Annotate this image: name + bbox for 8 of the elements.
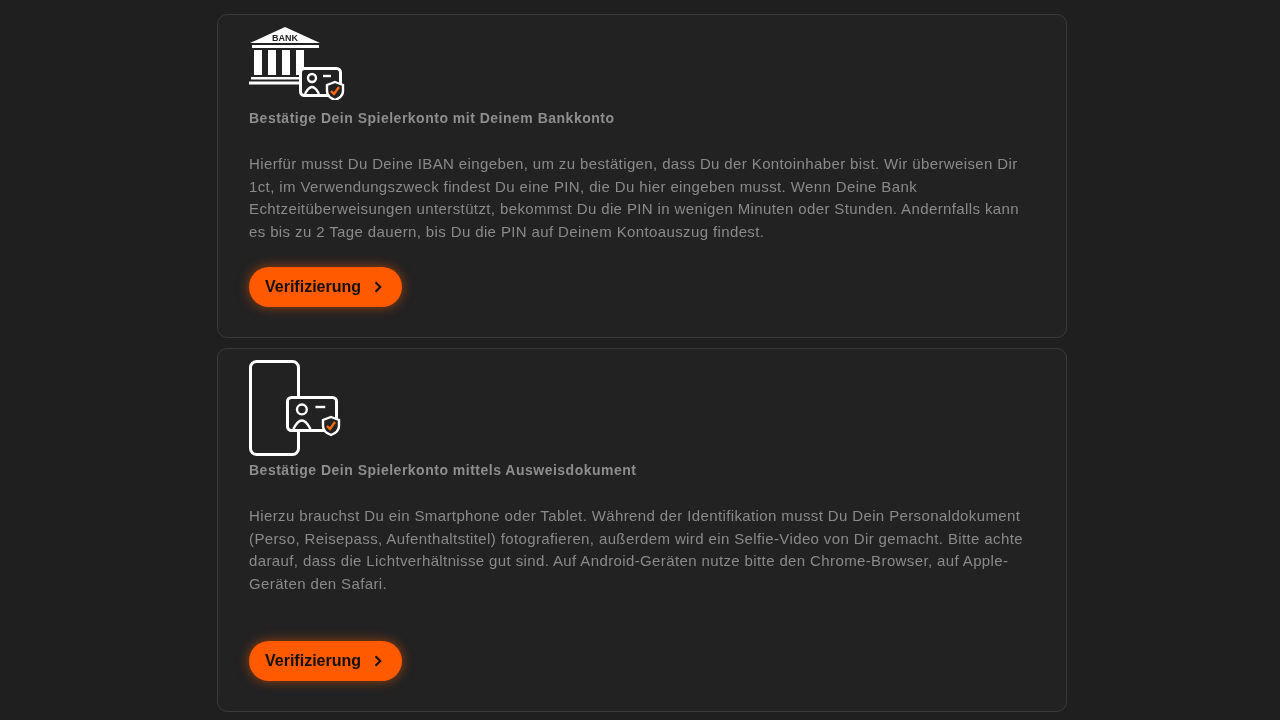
verify-button[interactable]: Verifizierung — [249, 267, 403, 307]
chevron-right-icon — [374, 281, 383, 293]
card-description: Hierzu brauchst Du ein Smartphone oder Tablet. Während der Identifikation musst Du Dein Personaldokument (Perso, Reisepass, Aufenthaltstitel) fotografieren, außerdem wird ein Selfie-Video von Dir gemacht. Bitte achte darauf, dass die Lichtverhältnisse gut sind. Auf Android-Geräten nutze bitte den Chrome-Browser, auf Apple-Geräten den Safari. — [249, 506, 1024, 594]
card-title: Bestätige Dein Spielerkonto mit Deinem Bankkonto — [249, 109, 615, 128]
card-description: Hierfür musst Du Deine IBAN eingeben, um zu bestätigen, dass Du der Kontoinhaber bist. Wir überweisen Dir 1ct, im Verwendungszweck findest Du eine PIN, die Du hier eingeben musst. Wenn Deine Bank Echtzeitüberweisungen unterstützt, bekommst Du die PIN in wenigen Minuten oder Stunden. Andernfalls kann es bis zu 2 Tage dauern, bis Du die PIN auf Deinem Kontoauszug findest. — [249, 154, 1020, 242]
verify-button[interactable]: Verifizierung — [249, 641, 403, 681]
chevron-right-icon — [374, 655, 383, 667]
card-title: Bestätige Dein Spielerkonto mittels Ausweisdokument — [249, 461, 637, 480]
